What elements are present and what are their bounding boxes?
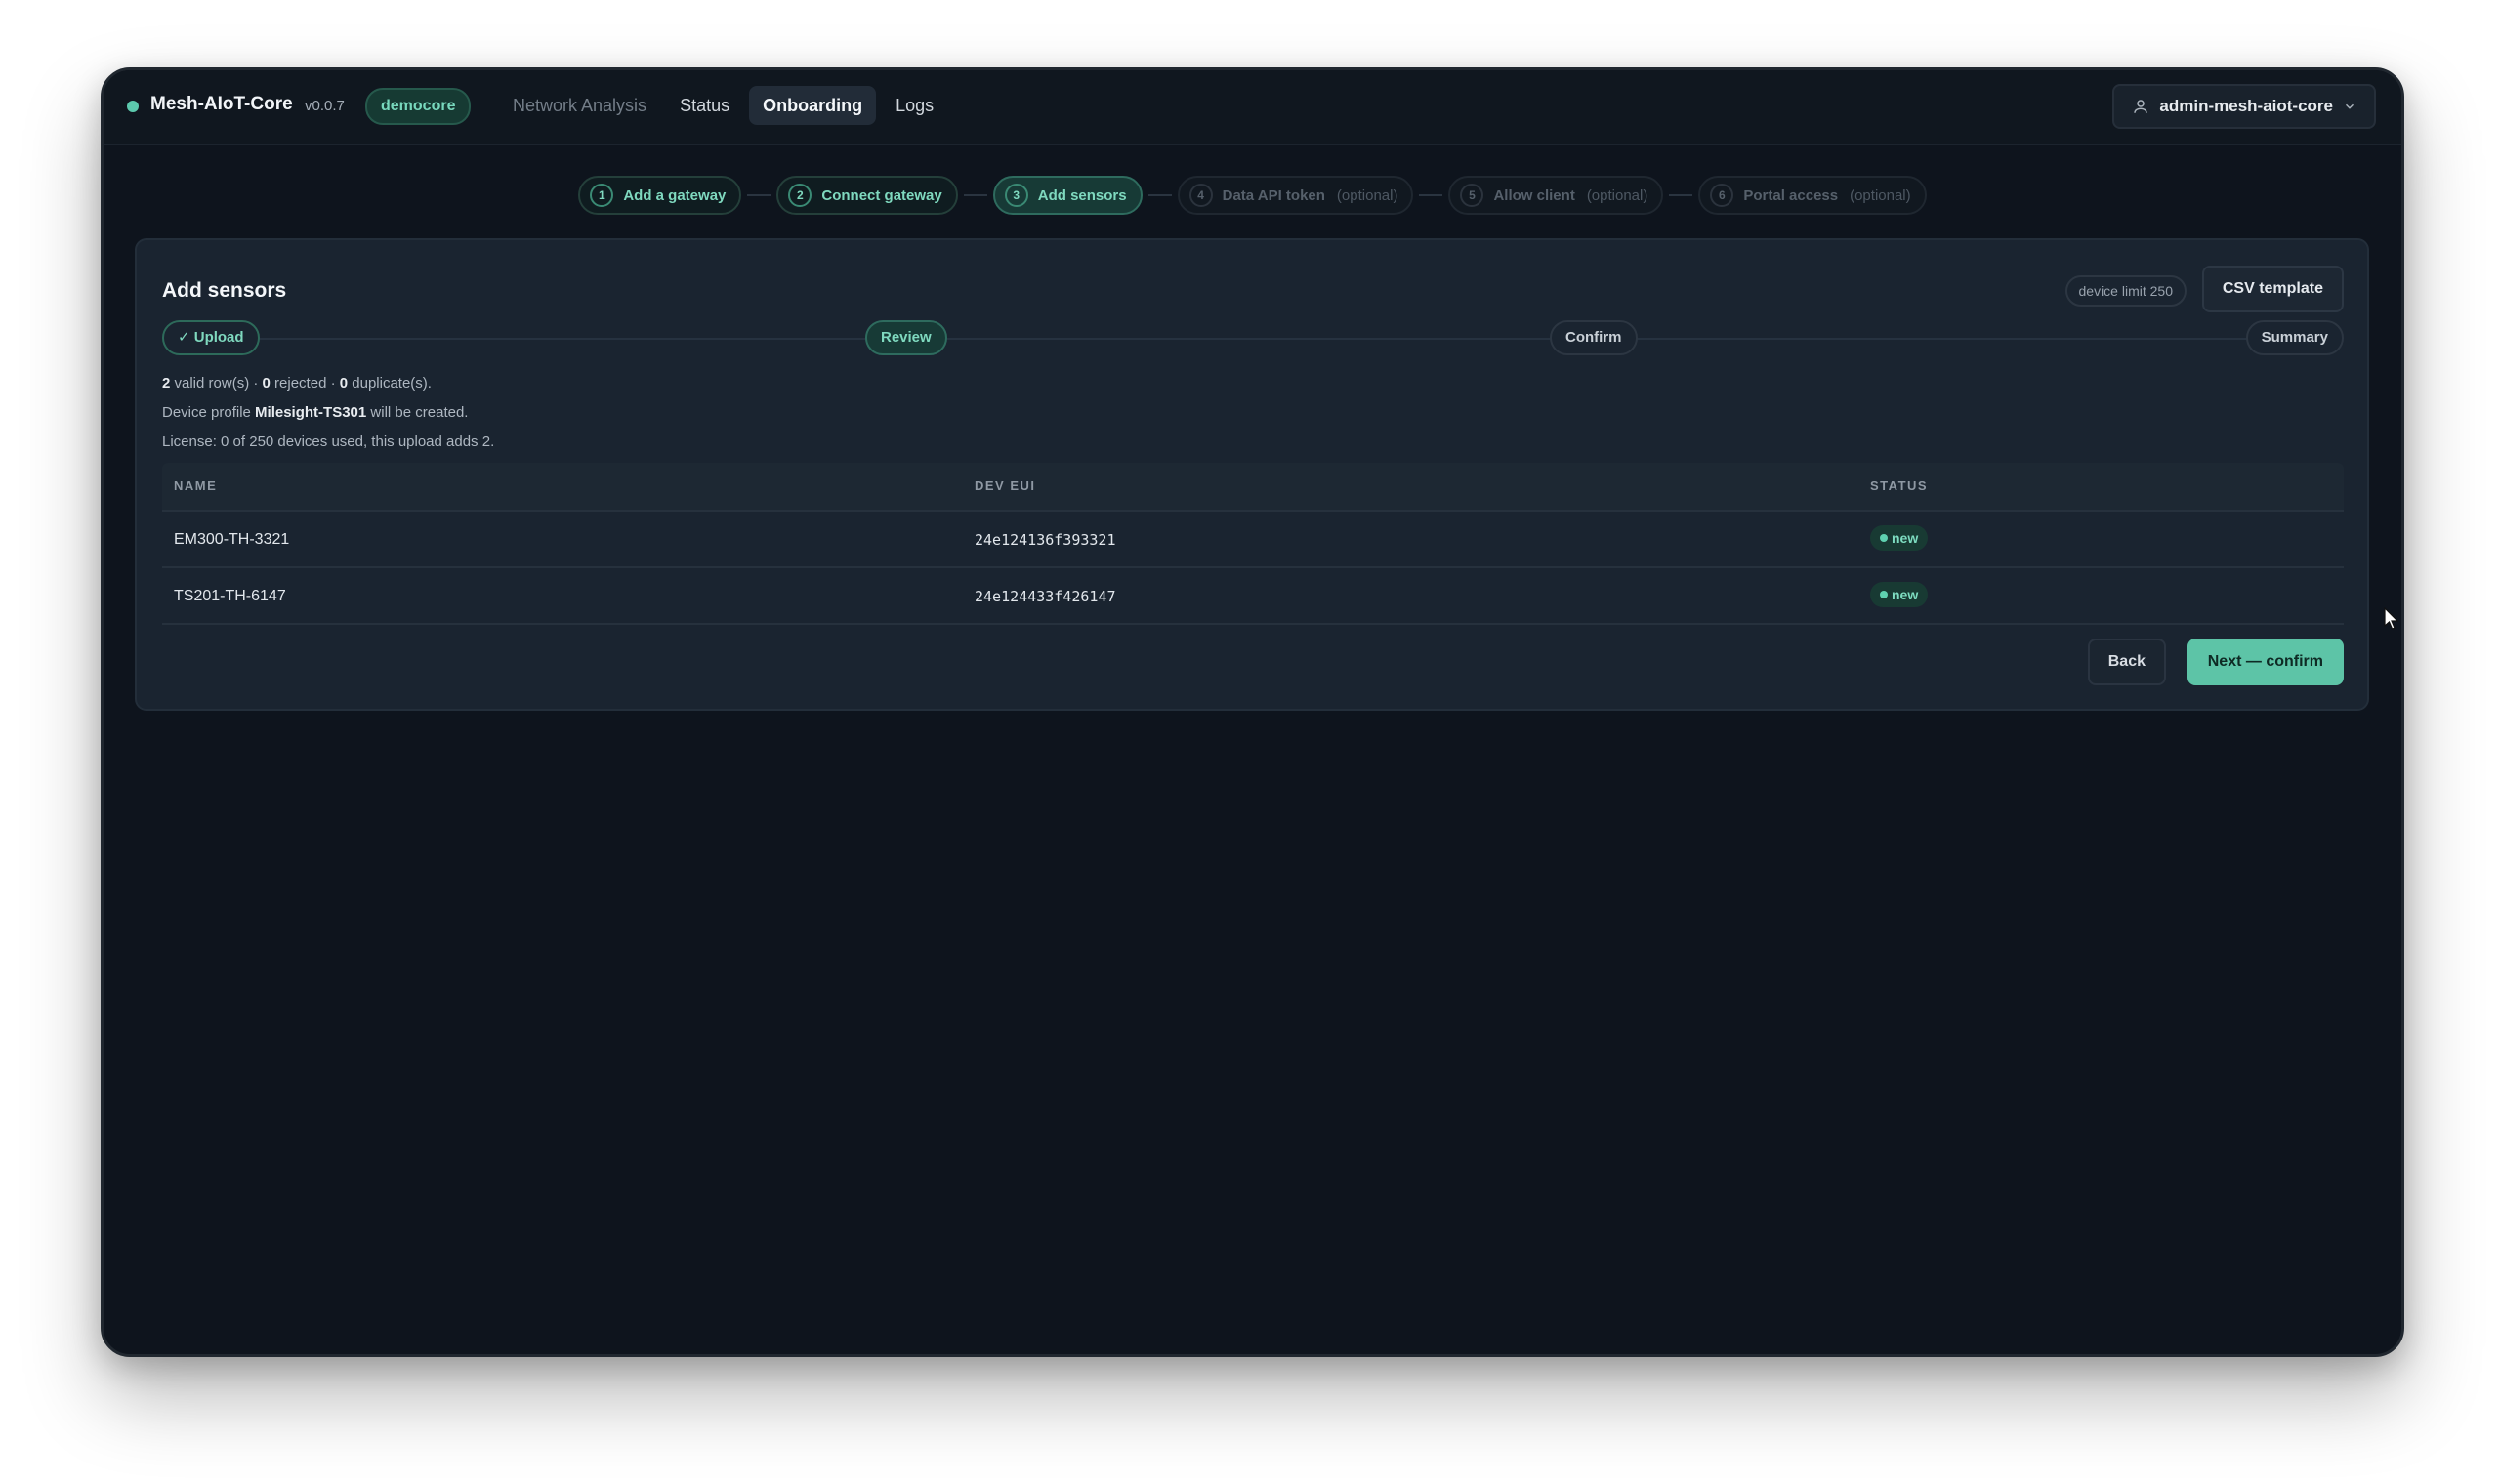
step-label: Data API token (1222, 186, 1325, 204)
validation-summary: 2 valid row(s) · 0 rejected · 0 duplicat… (162, 375, 432, 392)
sensor-dev-eui: 24e124433f426147 (975, 588, 1116, 605)
user-icon (2134, 100, 2148, 113)
device-profile-note: Device profile Milesight-TS301 will be c… (162, 404, 468, 421)
add-sensors-panel: Add sensors device limit 250 CSV templat… (135, 238, 2369, 711)
column-header-dev-eui[interactable]: DEV EUI (975, 478, 1036, 493)
sensor-dev-eui: 24e124136f393321 (975, 531, 1116, 549)
nav-status[interactable]: Status (666, 86, 743, 125)
step-label: Connect gateway (821, 186, 942, 204)
step-connector (1147, 194, 1172, 196)
step-label: Add a gateway (623, 186, 727, 204)
upload-substeps: ✓ Upload Review Confirm Summary (162, 320, 2344, 355)
column-header-status[interactable]: STATUS (1870, 478, 1928, 493)
user-menu-button[interactable]: admin-mesh-aiot-core (2112, 84, 2376, 129)
chevron-down-icon (2345, 103, 2354, 109)
app-version: v0.0.7 (305, 98, 345, 114)
app-window: Mesh-AIoT-Core v0.0.7 democore Network A… (101, 67, 2404, 1357)
step-optional-label: (optional) (1336, 186, 1398, 204)
step-connector (1419, 194, 1443, 196)
wizard-step-portal-access[interactable]: 6 Portal access (optional) (1698, 176, 1927, 215)
onboarding-stepper: 1 Add a gateway 2 Connect gateway 3 Add … (104, 176, 2401, 215)
profile-name: Milesight-TS301 (255, 404, 367, 421)
wizard-step-allow-client[interactable]: 5 Allow client (optional) (1448, 176, 1664, 215)
nav-logs[interactable]: Logs (882, 86, 947, 125)
wizard-step-connect-gateway[interactable]: 2 Connect gateway (776, 176, 958, 215)
step-number: 1 (590, 184, 614, 207)
step-optional-label: (optional) (1850, 186, 1911, 204)
step-number: 3 (1004, 184, 1028, 207)
step-label: Allow client (1493, 186, 1575, 204)
device-limit-badge: device limit 250 (2064, 275, 2187, 307)
valid-text: valid row(s) · (170, 375, 263, 392)
substep-summary[interactable]: Summary (2245, 320, 2344, 355)
status-badge: new (1870, 582, 1929, 607)
wizard-step-add-sensors[interactable]: 3 Add sensors (992, 176, 1143, 215)
table-row[interactable]: TS201-TH-6147 24e124433f426147 new (162, 568, 2344, 625)
duplicate-text: duplicate(s). (348, 375, 432, 392)
table-header: NAME DEV EUI STATUS (162, 463, 2344, 512)
step-label: Portal access (1743, 186, 1839, 204)
step-number: 5 (1460, 184, 1484, 207)
step-connector (747, 194, 771, 196)
step-label: Add sensors (1037, 186, 1127, 204)
rejected-count: 0 (262, 375, 271, 392)
substep-review[interactable]: Review (865, 320, 947, 355)
substep-line (221, 338, 2285, 340)
user-name: admin-mesh-aiot-core (2159, 97, 2333, 115)
step-connector (963, 194, 987, 196)
csv-template-button[interactable]: CSV template (2201, 266, 2344, 312)
back-button[interactable]: Back (2087, 639, 2166, 685)
step-number: 2 (788, 184, 812, 207)
step-number: 6 (1710, 184, 1734, 207)
step-optional-label: (optional) (1586, 186, 1648, 204)
license-note: License: 0 of 250 devices used, this upl… (162, 433, 495, 450)
step-connector (1669, 194, 1693, 196)
panel-title: Add sensors (162, 279, 287, 302)
status-dot-icon (127, 101, 139, 112)
profile-suffix: will be created. (366, 404, 469, 421)
profile-prefix: Device profile (162, 404, 256, 421)
nav-network-analysis[interactable]: Network Analysis (499, 86, 660, 125)
step-number: 4 (1188, 184, 1213, 207)
wizard-step-data-api-token[interactable]: 4 Data API token (optional) (1177, 176, 1414, 215)
nav-onboarding[interactable]: Onboarding (749, 86, 877, 125)
tenant-badge[interactable]: democore (365, 88, 472, 125)
status-badge: new (1870, 525, 1929, 551)
sensors-table: NAME DEV EUI STATUS EM300-TH-3321 24e124… (162, 463, 2344, 625)
app-name: Mesh-AIoT-Core (150, 94, 293, 114)
substep-confirm[interactable]: Confirm (1550, 320, 1638, 355)
mouse-cursor-icon (2384, 607, 2399, 630)
table-row[interactable]: EM300-TH-3321 24e124136f393321 new (162, 512, 2344, 568)
substep-upload[interactable]: ✓ Upload (162, 320, 260, 355)
rejected-text: rejected · (270, 375, 340, 392)
main-nav: Network Analysis Status Onboarding Logs (499, 86, 947, 125)
sensor-name: EM300-TH-3321 (174, 531, 290, 548)
wizard-step-add-gateway[interactable]: 1 Add a gateway (578, 176, 742, 215)
sensor-name: TS201-TH-6147 (174, 588, 286, 604)
next-confirm-button[interactable]: Next — confirm (2187, 639, 2344, 685)
column-header-name[interactable]: NAME (174, 478, 217, 493)
top-bar: Mesh-AIoT-Core v0.0.7 democore Network A… (104, 70, 2401, 145)
duplicate-count: 0 (339, 375, 349, 392)
